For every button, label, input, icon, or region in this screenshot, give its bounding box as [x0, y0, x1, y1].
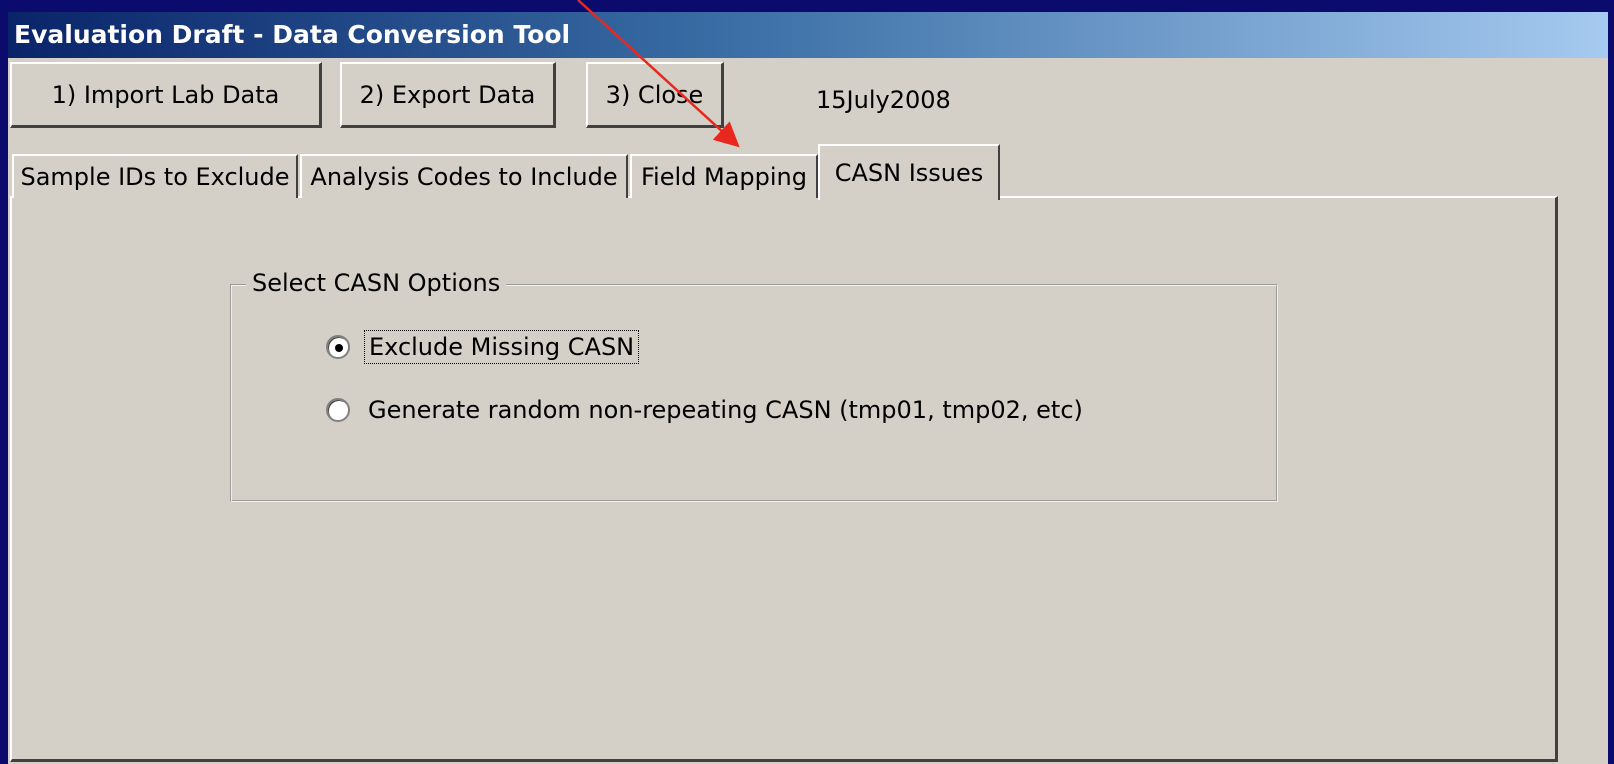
option-label: Exclude Missing CASN — [364, 330, 640, 364]
radio-button-selected[interactable] — [326, 335, 350, 359]
date-label: 15July2008 — [816, 86, 951, 114]
tab-sample-ids-to-exclude[interactable]: Sample IDs to Exclude — [12, 154, 298, 198]
radio-dot-icon — [335, 344, 343, 352]
option-generate-random-casn[interactable]: Generate random non-repeating CASN (tmp0… — [326, 394, 1087, 426]
window-title: Evaluation Draft - Data Conversion Tool — [8, 12, 1608, 58]
option-exclude-missing-casn[interactable]: Exclude Missing CASN — [326, 330, 640, 364]
casn-options-group-label: Select CASN Options — [246, 269, 507, 297]
export-data-button[interactable]: 2) Export Data — [340, 62, 556, 128]
tab-casn-issues[interactable]: CASN Issues — [818, 144, 1000, 200]
tab-field-mapping[interactable]: Field Mapping — [630, 154, 818, 198]
casn-options-group: Select CASN Options Exclude Missing CASN… — [230, 269, 1278, 502]
close-button[interactable]: 3) Close — [586, 62, 724, 128]
tab-panel-casn-issues: Select CASN Options Exclude Missing CASN… — [10, 196, 1558, 762]
main-window: Evaluation Draft - Data Conversion Tool … — [8, 12, 1608, 764]
option-label: Generate random non-repeating CASN (tmp0… — [368, 396, 1083, 424]
radio-button[interactable] — [326, 398, 350, 422]
tab-analysis-codes-to-include[interactable]: Analysis Codes to Include — [300, 154, 628, 198]
import-lab-data-button[interactable]: 1) Import Lab Data — [10, 62, 322, 128]
